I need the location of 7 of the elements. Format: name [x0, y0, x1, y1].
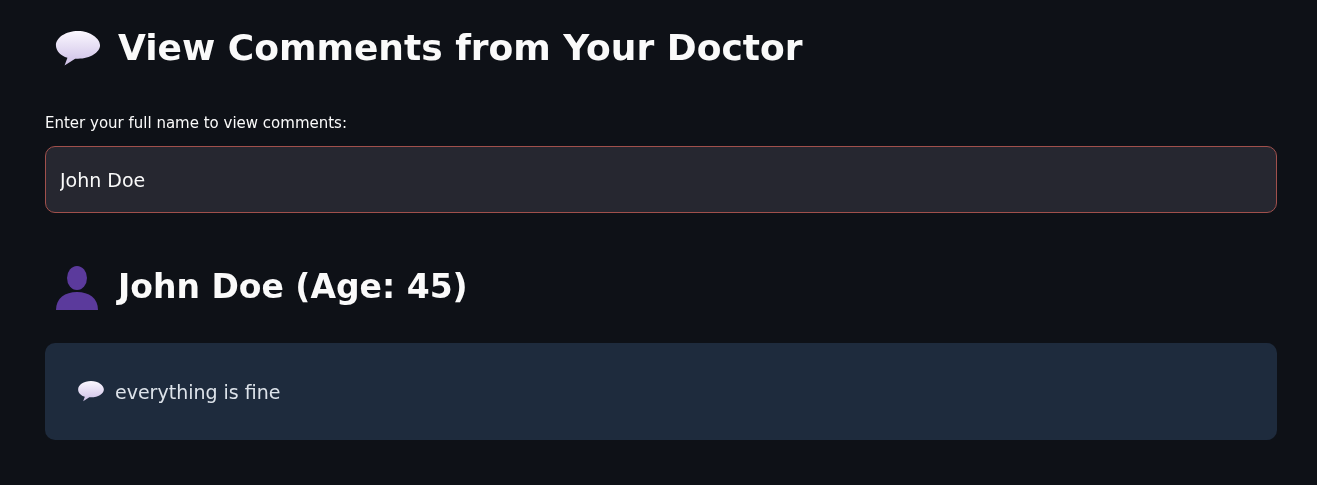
person-icon [54, 264, 100, 310]
patient-heading: John Doe (Age: 45) [118, 266, 468, 308]
speech-bubble-icon [77, 380, 105, 403]
page-title: View Comments from Your Doctor [118, 26, 803, 70]
field-label: Enter your full name to view comments: [45, 114, 348, 132]
speech-bubble-icon [54, 28, 102, 68]
comment-text: everything is fine [115, 380, 281, 403]
